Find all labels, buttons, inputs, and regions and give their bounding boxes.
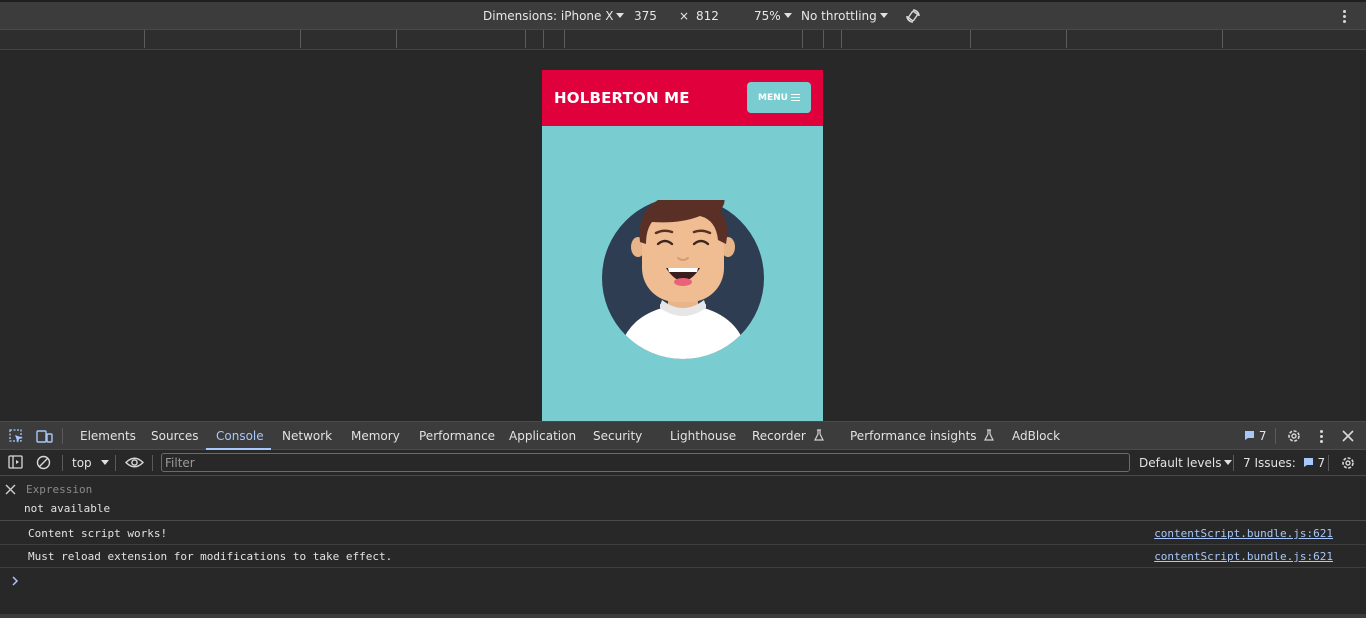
console-message-text: Must reload extension for modifications … <box>28 550 393 563</box>
tab-adblock[interactable]: AdBlock <box>1012 429 1060 443</box>
console-prompt-chevron-icon[interactable] <box>11 576 19 586</box>
tab-security[interactable]: Security <box>593 429 642 443</box>
filter-input[interactable] <box>161 453 1130 472</box>
dimension-times-sign: × <box>679 9 690 23</box>
issues-counter[interactable]: 7 <box>1244 429 1266 443</box>
message-icon <box>1245 431 1254 440</box>
issues-label: 7 Issues: <box>1243 456 1296 470</box>
console-settings-gear-icon[interactable] <box>1340 455 1356 471</box>
issues-link[interactable]: 7 Issues: 7 <box>1243 456 1325 470</box>
tab-lighthouse[interactable]: Lighthouse <box>670 429 736 443</box>
experimental-flask-icon <box>813 429 824 441</box>
console-message-text: Content script works! <box>28 527 168 540</box>
message-icon <box>1303 458 1313 467</box>
console-output: Expression not available Content script … <box>0 476 1366 618</box>
tab-recorder-label: Recorder <box>752 429 806 443</box>
live-expression-eye-icon[interactable] <box>125 456 144 469</box>
throttling-label: No throttling <box>801 9 877 23</box>
device-toolbar: Dimensions: iPhone X 375 × 812 75% No th… <box>0 0 1366 30</box>
site-logo[interactable]: HOLBERTON ME <box>554 89 690 107</box>
browser-window: Dimensions: iPhone X 375 × 812 75% No th… <box>0 0 1366 618</box>
device-dimensions-label: Dimensions: iPhone X <box>483 9 614 23</box>
media-query-ruler[interactable] <box>0 30 1366 50</box>
sidebar-toggle-icon[interactable] <box>8 455 24 470</box>
close-devtools-icon[interactable] <box>1342 430 1354 442</box>
throttling-select[interactable]: No throttling <box>801 9 888 23</box>
clear-console-icon[interactable] <box>36 455 51 470</box>
devtools-tabbar: Elements Sources Console Network Memory … <box>0 421 1366 450</box>
emulated-page: HOLBERTON ME MENU <box>542 70 823 421</box>
site-header: HOLBERTON ME MENU <box>542 70 823 126</box>
menu-button[interactable]: MENU <box>747 82 811 113</box>
caret-down-icon <box>100 460 109 465</box>
caret-down-icon <box>879 13 888 18</box>
caret-down-icon <box>616 13 625 18</box>
device-height-input[interactable]: 812 <box>696 9 719 23</box>
expression-input[interactable]: Expression <box>26 483 92 496</box>
live-expression: Expression not available <box>0 476 1366 521</box>
console-message-source-link[interactable]: contentScript.bundle.js:621 <box>1154 550 1333 563</box>
device-width-input[interactable]: 375 <box>634 9 657 23</box>
device-dimensions-select[interactable]: Dimensions: iPhone X <box>483 9 625 23</box>
context-select[interactable]: top <box>72 456 109 470</box>
hamburger-icon <box>790 94 800 101</box>
context-label: top <box>72 456 92 470</box>
avatar-illustration <box>602 200 764 359</box>
remove-expression-close-icon[interactable] <box>5 484 16 495</box>
zoom-label: 75% <box>754 9 781 23</box>
tab-recorder[interactable]: Recorder <box>752 429 825 443</box>
kebab-menu-icon[interactable] <box>1343 10 1347 25</box>
tab-performance-insights[interactable]: Performance insights <box>850 429 995 443</box>
zoom-select[interactable]: 75% <box>754 9 792 23</box>
device-toggle-icon[interactable] <box>36 429 53 444</box>
caret-down-icon <box>1224 460 1233 465</box>
tab-memory[interactable]: Memory <box>351 429 400 443</box>
issues-counter-value: 7 <box>1258 429 1267 443</box>
experimental-flask-icon <box>984 429 995 441</box>
tab-application[interactable]: Application <box>509 429 576 443</box>
settings-gear-icon[interactable] <box>1286 428 1302 444</box>
devtools-panel: Elements Sources Console Network Memory … <box>0 421 1366 618</box>
console-message-source-link[interactable]: contentScript.bundle.js:621 <box>1154 527 1333 540</box>
devtools-more-icon[interactable] <box>1320 430 1324 445</box>
console-toolbar: top Default levels 7 Issues: 7 <box>0 450 1366 476</box>
log-levels-label: Default levels <box>1139 456 1222 470</box>
console-message: Must reload extension for modifications … <box>0 545 1366 568</box>
tab-console[interactable]: Console <box>216 429 264 443</box>
caret-down-icon <box>783 13 792 18</box>
tab-performance-insights-label: Performance insights <box>850 429 977 443</box>
device-viewport: HOLBERTON ME MENU <box>0 50 1366 421</box>
rotate-icon[interactable] <box>904 7 922 25</box>
tab-sources[interactable]: Sources <box>151 429 198 443</box>
expression-value: not available <box>24 502 111 515</box>
inspect-element-icon[interactable] <box>9 429 24 444</box>
console-message: Content script works! contentScript.bund… <box>0 522 1366 545</box>
menu-button-label: MENU <box>758 92 788 103</box>
issues-count: 7 <box>1317 456 1326 470</box>
tab-performance[interactable]: Performance <box>419 429 495 443</box>
bottom-border <box>0 614 1366 618</box>
log-levels-select[interactable]: Default levels <box>1139 456 1233 470</box>
tab-network[interactable]: Network <box>282 429 332 443</box>
tab-elements[interactable]: Elements <box>80 429 136 443</box>
